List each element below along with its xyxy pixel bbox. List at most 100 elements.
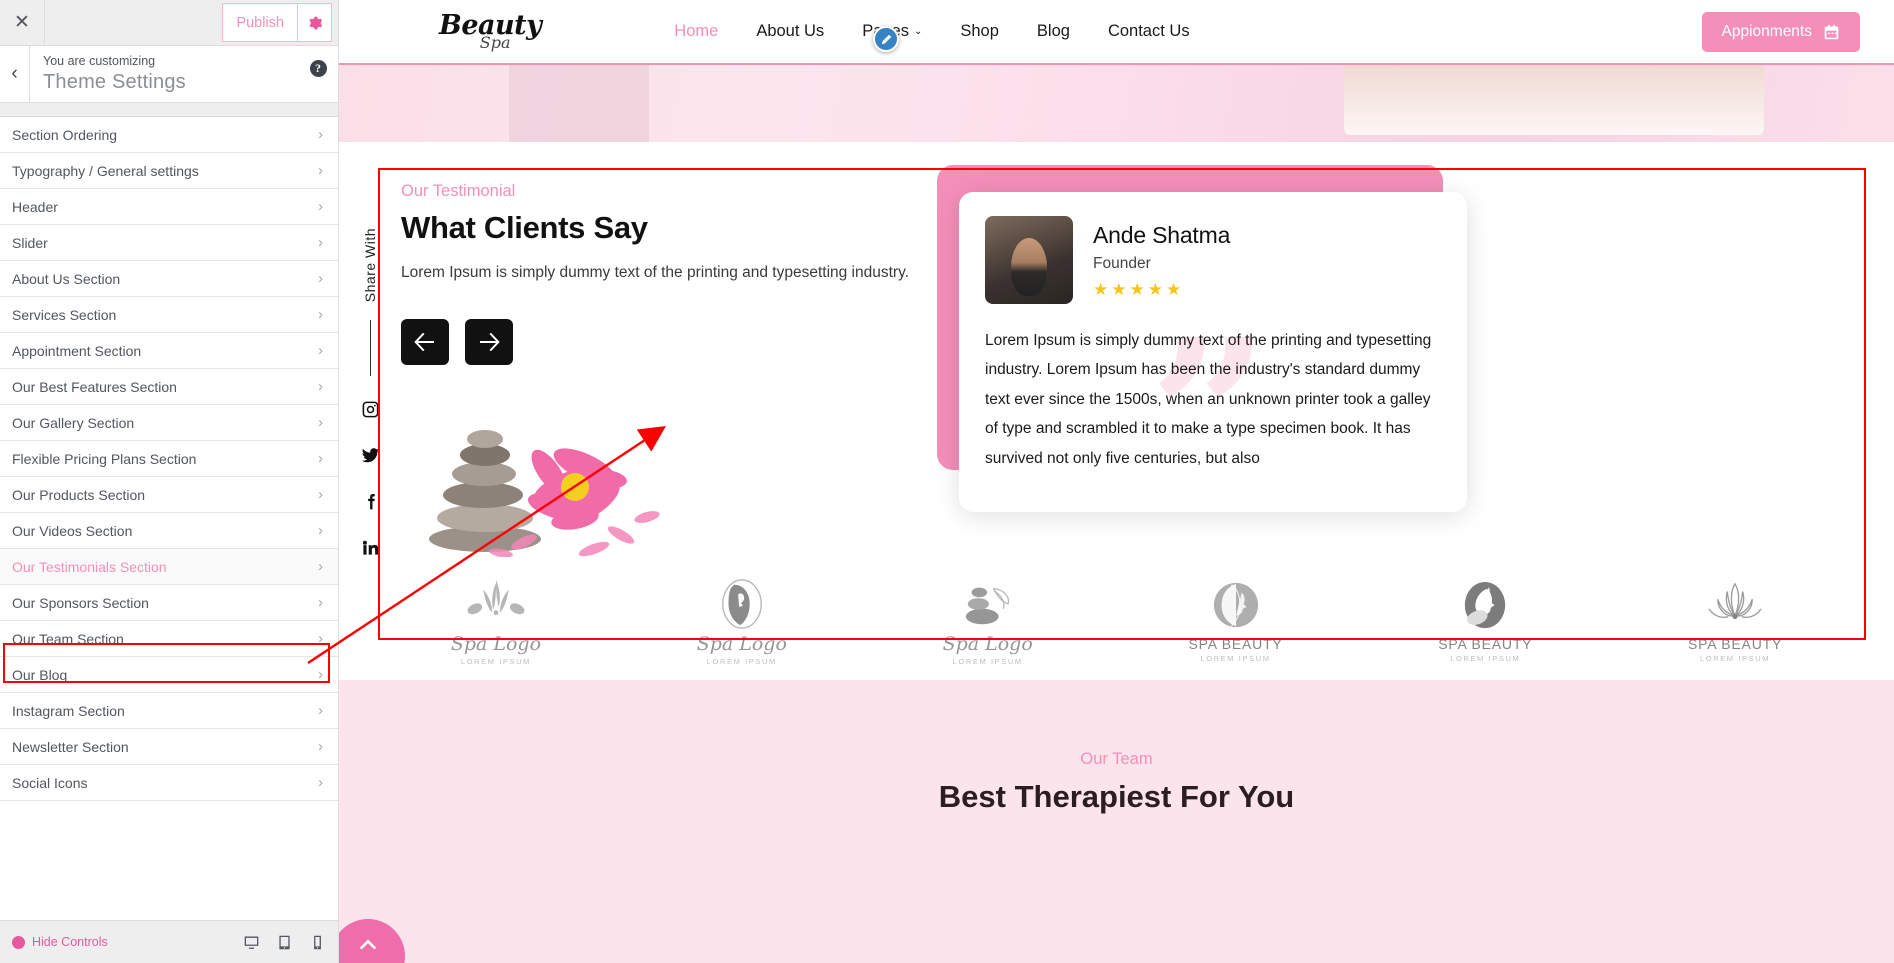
sponsor-subtitle: LOREM IPSUM (1699, 654, 1771, 663)
customizer-item-section-ordering[interactable]: Section Ordering › (0, 117, 338, 153)
customizer-item-label: Header (12, 198, 58, 215)
tablet-preview-button[interactable] (276, 934, 293, 951)
nav-link-shop[interactable]: Shop (960, 22, 999, 41)
slider-next-button[interactable] (465, 319, 513, 365)
edit-nav-pencil-button[interactable] (873, 26, 899, 52)
mobile-icon (314, 935, 321, 949)
customizer-item-our-sponsors-section[interactable]: Our Sponsors Section › (0, 585, 338, 621)
face-leaf-logo (1438, 579, 1532, 633)
customizer-item-header[interactable]: Header › (0, 189, 338, 225)
sponsor-name: Spa Logo (942, 632, 1033, 655)
site-header: Beauty Spa HomeAbout UsPages⌄ShopBlogCon… (339, 0, 1894, 63)
customizer-item-our-best-features-section[interactable]: Our Best Features Section › (0, 369, 338, 405)
customizer-item-our-videos-section[interactable]: Our Videos Section › (0, 513, 338, 549)
publish-group: Publish (222, 3, 332, 42)
share-with-label: Share With (362, 228, 378, 303)
chevron-right-icon: › (318, 594, 323, 611)
nav-link-contact-us[interactable]: Contact Us (1108, 22, 1190, 41)
sponsor-subtitle: LOREM IPSUM (1200, 654, 1271, 663)
chevron-right-icon: › (318, 738, 323, 755)
face-circle-logo (1188, 579, 1282, 633)
chevron-right-icon: › (318, 342, 323, 359)
customizer-item-our-products-section[interactable]: Our Products Section › (0, 477, 338, 513)
sponsor-logo: SPA BEAUTY LOREM IPSUM (1188, 579, 1282, 663)
arrow-right-icon (480, 333, 500, 351)
customizer-header-text: You are customizing Theme Settings (30, 46, 298, 102)
chevron-right-icon: › (318, 558, 323, 575)
site-logo[interactable]: Beauty Spa (439, 12, 542, 51)
gear-icon (309, 16, 322, 29)
share-divider (369, 320, 371, 377)
customizer-footer: Hide Controls (0, 920, 338, 963)
customizer-item-instagram-section[interactable]: Instagram Section › (0, 693, 338, 729)
customizer-item-our-blog[interactable]: Our Blog › (0, 657, 338, 693)
facebook-icon[interactable] (361, 492, 380, 511)
customizer-item-our-testimonials-section[interactable]: Our Testimonials Section › (0, 549, 338, 585)
chevron-right-icon: › (318, 126, 323, 143)
nav-link-about-us[interactable]: About Us (756, 22, 824, 41)
customizer-item-social-icons[interactable]: Social Icons › (0, 765, 338, 801)
appointments-button[interactable]: Appionments (1701, 12, 1860, 52)
sponsors-section: Spa Logo LOREM IPSUM Spa Logo LOREM IPSUM Sp… (339, 562, 1894, 680)
testimonial-author-info: Ande Shatma Founder ★★★★★ (1093, 216, 1230, 304)
nav-link-home[interactable]: Home (674, 22, 718, 41)
face-oval-logo (697, 577, 787, 631)
hero-photo (1344, 65, 1764, 135)
scroll-to-top-button[interactable] (339, 919, 405, 963)
author-name: Ande Shatma (1093, 222, 1231, 248)
mobile-preview-button[interactable] (309, 934, 326, 951)
customizing-label: You are customizing (43, 54, 156, 69)
customizer-item-about-us-section[interactable]: About Us Section › (0, 261, 338, 297)
customizer-item-our-gallery-section[interactable]: Our Gallery Section › (0, 405, 338, 441)
sponsor-name: SPA BEAUTY (1188, 636, 1283, 652)
sponsor-name: Spa Logo (450, 632, 542, 655)
pencil-icon (881, 34, 891, 44)
chevron-right-icon: › (318, 486, 323, 503)
site-preview: Beauty Spa HomeAbout UsPages⌄ShopBlogCon… (339, 0, 1894, 963)
publish-button[interactable]: Publish (222, 3, 298, 42)
customizer-item-slider[interactable]: Slider › (0, 225, 338, 261)
customizer-item-our-team-section[interactable]: Our Team Section › (0, 621, 338, 657)
sponsor-subtitle: LOREM IPSUM (460, 656, 531, 666)
customizer-item-label: Our Team Section (12, 630, 124, 647)
desktop-preview-button[interactable] (243, 934, 260, 951)
calendar-icon (1824, 24, 1839, 39)
team-eyebrow: Our Team (1080, 750, 1153, 768)
customizer-item-label: Services Section (12, 306, 117, 323)
close-customizer-button[interactable]: ✕ (0, 0, 45, 45)
help-button[interactable]: ? (298, 46, 338, 102)
testimonial-card: ” Ande Shatma Founder ★★★★★ Lorem Ipsum … (959, 192, 1467, 512)
customizer-item-newsletter-section[interactable]: Newsletter Section › (0, 729, 338, 765)
chevron-right-icon: › (318, 234, 323, 251)
nav-link-label: Shop (960, 22, 999, 40)
chevron-right-icon: › (318, 774, 323, 791)
instagram-icon[interactable] (361, 400, 380, 419)
customizer-item-typography-general-settings[interactable]: Typography / General settings › (0, 153, 338, 189)
customizer-divider (0, 103, 338, 117)
back-button[interactable]: ‹ (0, 46, 30, 102)
customizer-item-services-section[interactable]: Services Section › (0, 297, 338, 333)
customizer-item-label: Typography / General settings (12, 162, 199, 179)
customizer-item-label: Newsletter Section (12, 738, 129, 755)
sponsor-logo: Spa Logo LOREM IPSUM (943, 577, 1033, 666)
leaf-spa-logo (451, 577, 541, 631)
chevron-right-icon: › (318, 450, 323, 467)
nav-link-label: Contact Us (1107, 22, 1190, 40)
sponsor-subtitle: LOREM IPSUM (1450, 654, 1521, 663)
customizer-item-label: Our Gallery Section (12, 414, 135, 431)
team-section: Our Team Best Therapiest For You (339, 680, 1894, 963)
linkedin-icon[interactable] (361, 538, 380, 557)
customizer-item-appointment-section[interactable]: Appointment Section › (0, 333, 338, 369)
sponsor-subtitle: LOREM IPSUM (706, 656, 777, 666)
twitter-icon[interactable] (361, 446, 380, 465)
chevron-right-icon: › (318, 162, 323, 179)
nav-link-blog[interactable]: Blog (1037, 22, 1070, 41)
share-icon-list (361, 400, 380, 557)
hide-controls-group[interactable]: Hide Controls (12, 935, 243, 949)
rating-stars: ★★★★★ (1093, 280, 1185, 299)
customizer-item-flexible-pricing-plans-section[interactable]: Flexible Pricing Plans Section › (0, 441, 338, 477)
publish-settings-button[interactable] (298, 3, 332, 42)
slider-prev-button[interactable] (401, 319, 449, 365)
sponsor-name: SPA BEAUTY (1438, 636, 1533, 652)
